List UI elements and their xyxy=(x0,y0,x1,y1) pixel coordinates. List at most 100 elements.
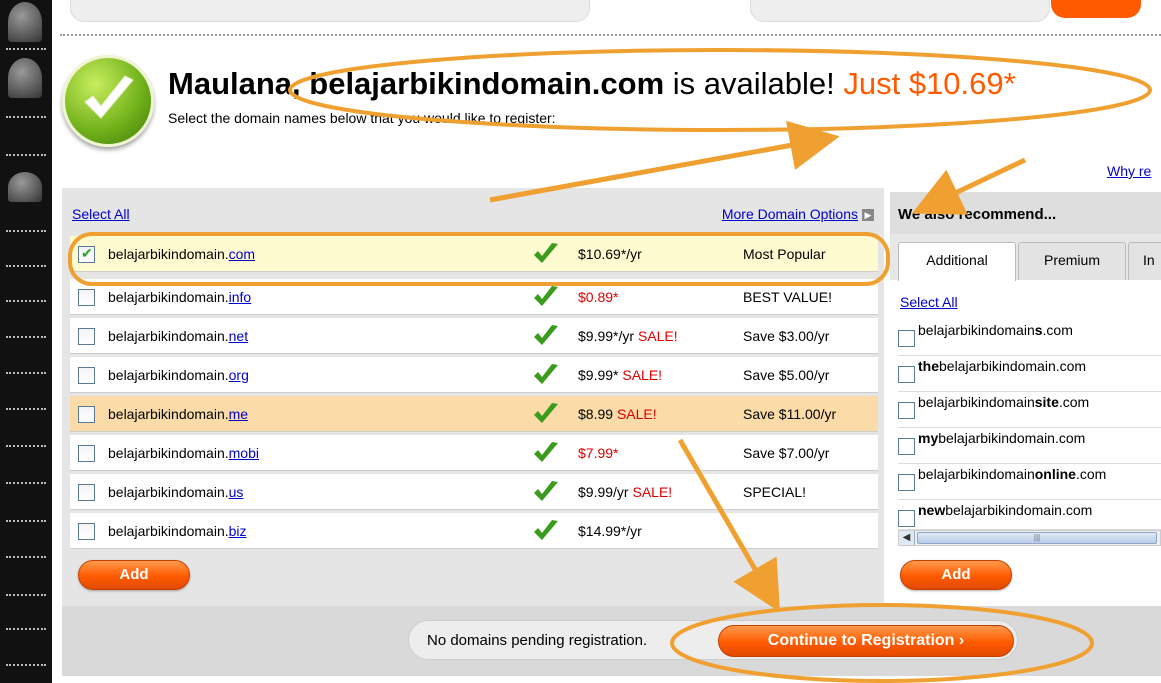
recommend-tabs: Additional Premium In xyxy=(890,234,1161,281)
more-domain-options-link[interactable]: More Domain Options ▶ xyxy=(722,206,874,222)
domain-checkbox[interactable] xyxy=(78,523,95,540)
domain-row: belajarbikindomain.com $10.69*/yr Most P… xyxy=(70,236,878,272)
domain-checkbox[interactable] xyxy=(78,328,95,345)
recommend-domain: thebelajarbikindomain.com xyxy=(918,358,1087,374)
recommend-domain: belajarbikindomainsite.com xyxy=(918,394,1090,410)
recommend-checkbox[interactable] xyxy=(898,366,915,383)
domain-price: $9.99*/yr SALE! xyxy=(578,328,678,344)
recommend-panel: We also recommend... Additional Premium … xyxy=(890,192,1161,606)
recommend-item: belajarbikindomainonline.com xyxy=(898,464,1161,500)
domain-tld-link[interactable]: mobi xyxy=(229,445,259,461)
recommend-domain: belajarbikindomainonline.com xyxy=(918,466,1107,482)
top-search-strip[interactable] xyxy=(750,0,1050,22)
recommend-item: thebelajarbikindomain.com xyxy=(898,356,1161,392)
domain-row: belajarbikindomain.org $9.99* SALE! Save… xyxy=(70,357,878,393)
registration-bar: No domains pending registration. Continu… xyxy=(62,606,1161,676)
more-domain-options-label: More Domain Options xyxy=(721,206,858,222)
headline-name: Maulana, xyxy=(168,66,310,101)
tab-additional[interactable]: Additional xyxy=(898,242,1016,281)
domain-checkbox[interactable] xyxy=(78,445,95,462)
recommend-checkbox[interactable] xyxy=(898,438,915,455)
sale-label: SALE! xyxy=(637,328,678,344)
recommend-select-all-link[interactable]: Select All xyxy=(900,294,958,310)
green-tick-icon xyxy=(534,481,558,501)
page-subtitle: Select the domain names below that you w… xyxy=(168,110,556,126)
sidebar-globe-icon xyxy=(8,58,42,98)
recommend-item: belajarbikindomainsite.com xyxy=(898,392,1161,428)
domain-tld-link[interactable]: com xyxy=(229,246,255,262)
domain-row: belajarbikindomain.net $9.99*/yr SALE! S… xyxy=(70,318,878,354)
domain-tld-link[interactable]: net xyxy=(229,328,248,344)
domain-note: Most Popular xyxy=(743,246,826,262)
recommend-title: We also recommend... xyxy=(898,206,1057,223)
panel-header: Select All More Domain Options ▶ xyxy=(62,188,884,232)
recommend-checkbox[interactable] xyxy=(898,474,915,491)
domain-checkbox[interactable] xyxy=(78,406,95,423)
domain-tld-link[interactable]: us xyxy=(229,484,244,500)
sale-label: SALE! xyxy=(616,406,657,422)
sidebar-person-icon xyxy=(8,172,42,202)
continue-to-registration-button[interactable]: Continue to Registration › xyxy=(718,625,1014,657)
recommend-checkbox[interactable] xyxy=(898,510,915,527)
select-all-link[interactable]: Select All xyxy=(72,206,130,222)
domain-name: belajarbikindomain.net xyxy=(108,328,248,344)
top-orange-button[interactable] xyxy=(1051,0,1141,18)
tab-international[interactable]: In xyxy=(1128,242,1161,280)
price-value: $0.89* xyxy=(578,289,619,305)
price-value: $7.99* xyxy=(578,445,619,461)
domain-row: belajarbikindomain.us $9.99/yr SALE! SPE… xyxy=(70,474,878,510)
domain-note: Save $3.00/yr xyxy=(743,328,830,344)
recommend-add-button[interactable]: Add xyxy=(900,560,1012,590)
domain-checkbox[interactable] xyxy=(78,245,95,263)
domain-price: $14.99*/yr xyxy=(578,523,642,539)
domain-price: $9.99/yr SALE! xyxy=(578,484,672,500)
scroll-left-icon[interactable]: ◀ xyxy=(899,531,915,545)
domain-price: $10.69*/yr xyxy=(578,246,642,262)
domain-price: $0.89* xyxy=(578,289,618,305)
recommend-domain: newbelajarbikindomain.com xyxy=(918,502,1093,518)
green-tick-icon xyxy=(534,364,558,384)
scrollbar-thumb[interactable]: ||| xyxy=(917,532,1157,544)
domain-name: belajarbikindomain.me xyxy=(108,406,248,422)
domain-checkbox[interactable] xyxy=(78,367,95,384)
recommend-checkbox[interactable] xyxy=(898,402,915,419)
price-value: $9.99* xyxy=(578,367,623,383)
domain-name: belajarbikindomain.info xyxy=(108,289,251,305)
green-tick-icon xyxy=(534,442,558,462)
domain-price: $8.99 SALE! xyxy=(578,406,657,422)
top-navigation xyxy=(60,0,1161,26)
domain-note: Save $7.00/yr xyxy=(743,445,830,461)
domain-name: belajarbikindomain.us xyxy=(108,484,243,500)
domain-checkbox[interactable] xyxy=(78,484,95,501)
domain-base: belajarbikindomain. xyxy=(108,523,229,539)
domain-base: belajarbikindomain. xyxy=(108,445,229,461)
domain-price: $9.99* SALE! xyxy=(578,367,662,383)
tab-premium[interactable]: Premium xyxy=(1018,242,1126,280)
domain-note: Save $11.00/yr xyxy=(743,406,837,422)
domain-tld-link[interactable]: info xyxy=(229,289,252,305)
recommend-checkbox[interactable] xyxy=(898,330,915,347)
available-check-icon xyxy=(62,55,154,147)
domain-base: belajarbikindomain. xyxy=(108,406,229,422)
why-register-link[interactable]: Why re xyxy=(1107,163,1151,179)
dotted-divider xyxy=(60,34,1161,36)
domain-note: SPECIAL! xyxy=(743,484,807,500)
recommend-header: We also recommend... xyxy=(890,192,1161,234)
domain-checkbox[interactable] xyxy=(78,289,95,306)
domain-tld-link[interactable]: me xyxy=(229,406,248,422)
domain-tld-link[interactable]: biz xyxy=(229,523,247,539)
availability-headline: Maulana, belajarbikindomain.com is avail… xyxy=(168,66,1016,102)
top-tab-strip[interactable] xyxy=(70,0,590,22)
domain-row: belajarbikindomain.info $0.89* BEST VALU… xyxy=(70,279,878,315)
chevron-right-icon: › xyxy=(958,632,965,649)
pending-status-text: No domains pending registration. xyxy=(427,632,648,649)
recommend-item: newbelajarbikindomain.com xyxy=(898,500,1161,530)
domain-name: belajarbikindomain.mobi xyxy=(108,445,259,461)
sidebar-avatar-icon xyxy=(8,2,42,42)
price-value: $9.99*/yr xyxy=(578,328,638,344)
horizontal-scrollbar[interactable]: ◀ ||| xyxy=(898,530,1161,546)
domain-tld-link[interactable]: org xyxy=(229,367,249,383)
add-button[interactable]: Add xyxy=(78,560,190,590)
domain-base: belajarbikindomain. xyxy=(108,328,229,344)
domain-price: $7.99* xyxy=(578,445,618,461)
